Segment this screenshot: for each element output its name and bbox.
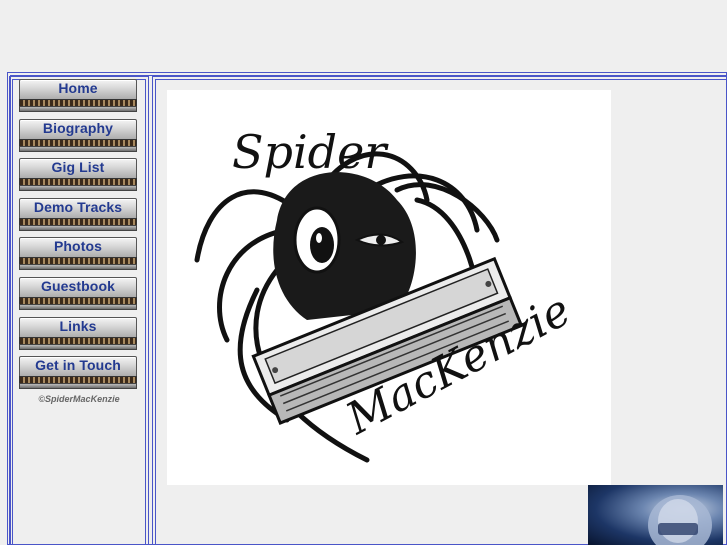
nav-get-in-touch-label: Get in Touch <box>35 357 121 374</box>
nav-gig-list-label: Gig List <box>51 159 105 176</box>
nav-photos-label: Photos <box>53 238 103 255</box>
nav-guestbook-label: Guestbook <box>40 277 116 294</box>
nav-gig-list-button[interactable]: Gig List <box>17 157 139 192</box>
nav-biography-button[interactable]: Biography <box>17 118 139 152</box>
nav-guestbook-button[interactable]: Guestbook <box>17 276 139 310</box>
nav-demo-tracks-button[interactable]: Demo Tracks <box>17 197 139 231</box>
nav-photos-button[interactable]: Photos <box>17 236 139 271</box>
harmonica-player-photo <box>588 485 723 545</box>
logo-line1: Spider <box>232 125 389 179</box>
nav-biography-label: Biography <box>42 119 114 136</box>
nav-demo-tracks-label: Demo Tracks <box>33 198 123 215</box>
nav-links-label: Links <box>59 317 97 334</box>
copyright-text: ©SpiderMacKenzie <box>38 394 120 404</box>
nav-links-button[interactable]: Links <box>17 316 139 350</box>
nav-get-in-touch-button[interactable]: Get in Touch <box>17 355 139 390</box>
spider-mackenzie-logo: Spider MacKenzie <box>167 90 611 485</box>
nav-home-label: Home <box>58 80 98 96</box>
harmonica-nav: Home Biography Gig List Demo Tracks Phot… <box>17 78 141 395</box>
nav-home-button[interactable]: Home <box>17 78 139 112</box>
